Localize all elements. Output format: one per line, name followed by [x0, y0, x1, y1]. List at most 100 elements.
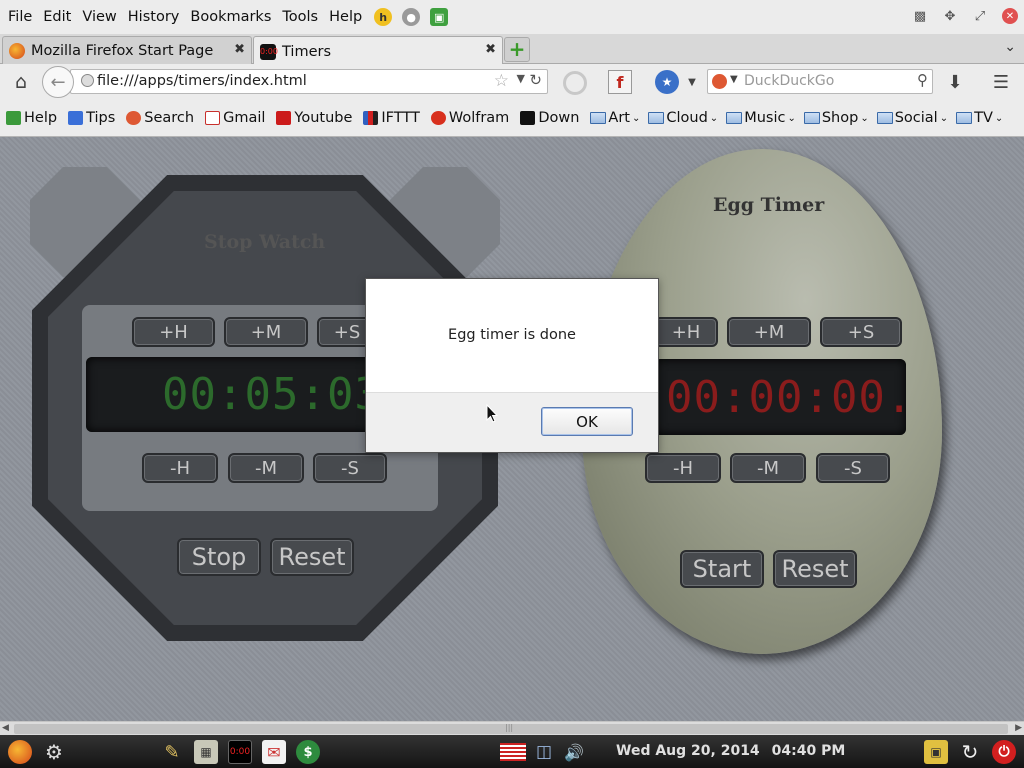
url-text: file:///apps/timers/index.html: [97, 73, 307, 89]
egg-plus-second-button[interactable]: +S: [820, 317, 902, 347]
menu-history[interactable]: History: [124, 0, 184, 34]
menu-view[interactable]: View: [78, 0, 120, 34]
alert-footer: OK: [366, 392, 658, 452]
taskbar-clock[interactable]: Wed Aug 20, 2014 04:40 PM: [616, 743, 857, 759]
stopwatch-minus-second-button[interactable]: -S: [313, 453, 387, 483]
stopwatch-plus-hour-button[interactable]: +H: [132, 317, 215, 347]
chevron-down-icon: ⌄: [631, 112, 641, 124]
egg-minus-second-button[interactable]: -S: [816, 453, 890, 483]
network-icon[interactable]: ◫: [532, 740, 556, 764]
close-tab-icon[interactable]: ✖: [485, 42, 496, 57]
bookmark-tips[interactable]: Tips: [68, 110, 115, 126]
scroll-right-icon[interactable]: ▶: [1015, 723, 1022, 733]
move-window-icon[interactable]: ✥: [942, 8, 958, 24]
timer-app-icon[interactable]: 0:00: [228, 740, 252, 764]
egg-timer-title: Egg Timer: [713, 194, 825, 216]
chevron-down-icon: ⌄: [994, 112, 1004, 124]
calculator-icon[interactable]: ▦: [194, 740, 218, 764]
history-dropdown-icon[interactable]: ▼: [517, 72, 525, 85]
folder-icon: [876, 112, 893, 124]
horizontal-scrollbar[interactable]: ◀ ||| ▶: [0, 721, 1024, 735]
wolfram-icon: [430, 111, 446, 125]
stopwatch-reset-button[interactable]: Reset: [270, 538, 354, 576]
stopwatch-display: 00:05:03.0: [86, 357, 386, 432]
power-icon[interactable]: ⏻: [992, 740, 1016, 764]
display-settings-icon[interactable]: ▣: [924, 740, 948, 764]
bookmark-ifttt[interactable]: IFTTT: [363, 110, 420, 126]
folder-icon: [803, 112, 820, 124]
bookmark-help[interactable]: Help: [6, 110, 57, 126]
bookmark-folder-shop[interactable]: Shop ⌄: [803, 110, 869, 126]
loading-indicator-icon: [563, 71, 587, 95]
bookmark-down[interactable]: Down: [520, 110, 579, 126]
bookmarks-toolbar: Help Tips Search Gmail Youtube IFTTT Wol…: [0, 100, 1024, 137]
bookmark-folder-social[interactable]: Social ⌄: [876, 110, 948, 126]
addon-dropdown-icon[interactable]: ▼: [686, 72, 698, 92]
flash-icon[interactable]: f: [608, 70, 632, 94]
stopwatch-plus-minute-button[interactable]: +M: [224, 317, 308, 347]
bookmark-folder-cloud[interactable]: Cloud ⌄: [648, 110, 718, 126]
egg-start-button[interactable]: Start: [680, 550, 764, 588]
bookmark-wolfram[interactable]: Wolfram: [430, 110, 509, 126]
lightbulb-addon-icon[interactable]: ●: [402, 8, 421, 26]
firefox-icon: [9, 42, 25, 59]
menu-edit[interactable]: Edit: [39, 0, 75, 34]
close-tab-icon[interactable]: ✖: [234, 42, 245, 57]
menu-file[interactable]: File: [4, 0, 36, 34]
us-flag-keyboard-icon[interactable]: [500, 743, 526, 761]
stopwatch-minus-minute-button[interactable]: -M: [228, 453, 304, 483]
hypothesis-addon-icon[interactable]: h: [374, 8, 393, 26]
scroll-left-icon[interactable]: ◀: [2, 723, 9, 733]
egg-minus-hour-button[interactable]: -H: [645, 453, 721, 483]
resize-window-icon[interactable]: ⤢: [972, 8, 988, 24]
menu-bookmarks[interactable]: Bookmarks: [186, 0, 275, 34]
back-button[interactable]: ←: [42, 66, 74, 98]
screenshot-addon-icon[interactable]: ▣: [430, 8, 449, 26]
reload-icon[interactable]: ↻: [529, 71, 542, 89]
tab-firefox-start[interactable]: Mozilla Firefox Start Page ✖: [2, 36, 252, 64]
list-tabs-icon[interactable]: ⌄: [1004, 39, 1016, 55]
egg-minus-minute-button[interactable]: -M: [730, 453, 806, 483]
search-bar[interactable]: ▼ DuckDuckGo ⚲: [707, 69, 933, 94]
home-icon[interactable]: ⌂: [10, 71, 32, 93]
hamburger-menu-icon[interactable]: ☰: [990, 71, 1012, 93]
settings-gear-icon[interactable]: ⚙: [42, 740, 66, 764]
close-window-icon[interactable]: ✕: [1002, 8, 1018, 24]
menu-help[interactable]: Help: [325, 0, 366, 34]
scrollbar-grip-icon: |||: [505, 723, 514, 732]
clock-time: 04:40 PM: [771, 743, 846, 759]
url-bar[interactable]: file:///apps/timers/index.html ☆ ▼ ↻: [70, 69, 548, 94]
finance-icon[interactable]: $: [296, 740, 320, 764]
bookmark-folder-music[interactable]: Music ⌄: [726, 110, 796, 126]
bookmark-youtube[interactable]: Youtube: [276, 110, 352, 126]
bookmark-star-icon[interactable]: ☆: [494, 71, 509, 91]
bookmark-folder-tv[interactable]: TV ⌄: [956, 110, 1003, 126]
feed-addon-icon[interactable]: ★: [655, 70, 679, 94]
new-tab-button[interactable]: +: [504, 37, 530, 62]
downloads-icon[interactable]: ⬇: [944, 71, 966, 93]
stopwatch-title: Stop Watch: [204, 231, 326, 253]
engine-dropdown-icon[interactable]: ▼: [730, 74, 738, 85]
firefox-icon[interactable]: [8, 740, 32, 764]
text-editor-icon[interactable]: ✎: [160, 740, 184, 764]
qr-code-icon[interactable]: ▩: [912, 8, 928, 24]
bookmark-gmail[interactable]: Gmail: [205, 110, 265, 126]
window-controls: ▩ ✥ ⤢ ✕: [912, 8, 1018, 24]
egg-plus-minute-button[interactable]: +M: [727, 317, 811, 347]
ok-button[interactable]: OK: [541, 407, 633, 436]
clock-date: Wed Aug 20, 2014: [616, 743, 760, 759]
stopwatch-minus-hour-button[interactable]: -H: [142, 453, 218, 483]
stopwatch-stop-button[interactable]: Stop: [177, 538, 261, 576]
refresh-icon[interactable]: ↻: [958, 740, 982, 764]
egg-reset-button[interactable]: Reset: [773, 550, 857, 588]
bookmark-folder-art[interactable]: Art ⌄: [590, 110, 640, 126]
mail-icon[interactable]: ✉: [262, 740, 286, 764]
egg-plus-hour-button[interactable]: +H: [654, 317, 718, 347]
bookmark-search[interactable]: Search: [126, 110, 194, 126]
volume-icon[interactable]: 🔊: [562, 740, 586, 764]
folder-icon: [648, 112, 665, 124]
tab-timers[interactable]: 0:00 Timers ✖: [253, 36, 503, 66]
menu-tools[interactable]: Tools: [278, 0, 322, 34]
alert-dialog: Egg timer is done OK: [365, 278, 659, 453]
search-icon[interactable]: ⚲: [917, 71, 928, 89]
